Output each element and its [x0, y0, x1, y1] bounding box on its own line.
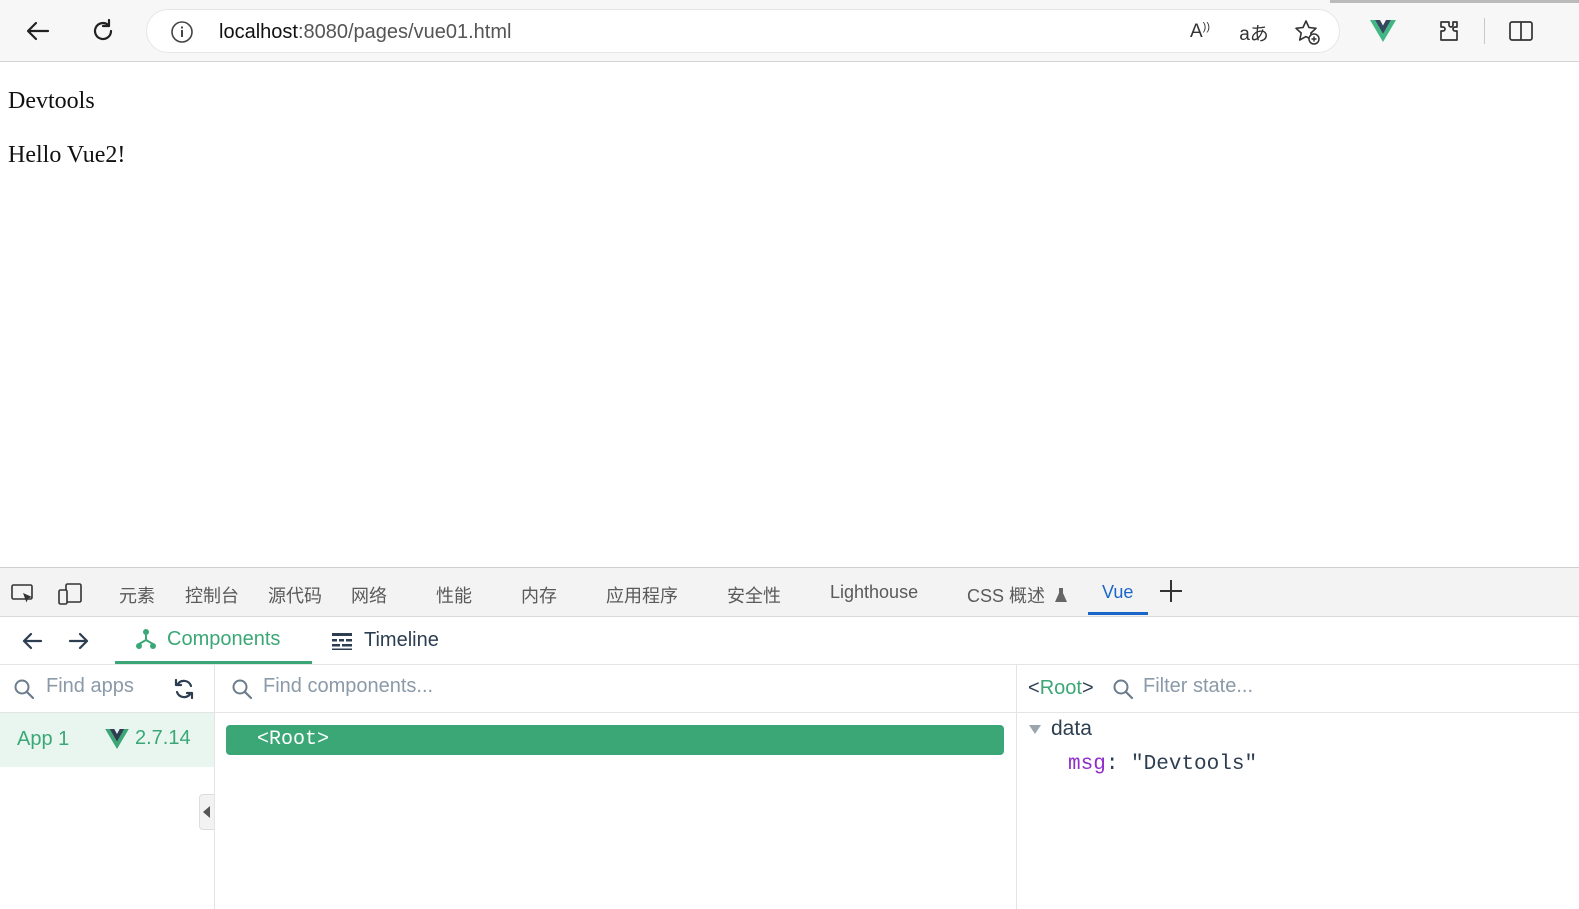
components-pane: <Root> [215, 665, 1017, 909]
page-line-hello: Hello Vue2! [8, 142, 126, 168]
reload-button[interactable] [85, 13, 121, 49]
state-section-title: data [1051, 717, 1092, 740]
tab-console[interactable]: 控制台 [185, 582, 239, 608]
apps-pane: App 1 2.7.14 [0, 665, 215, 909]
nav-back-button[interactable] [18, 627, 46, 655]
caret-left-icon [203, 806, 210, 818]
state-property[interactable]: msg: "Devtools" [1068, 753, 1257, 776]
selected-component-open: < [1028, 677, 1040, 699]
selected-component-close: > [1081, 677, 1094, 699]
state-search-row: <Root> [1017, 665, 1579, 713]
timeline-icon [332, 632, 352, 650]
tab-network[interactable]: 网络 [351, 582, 387, 608]
toolbar-separator [1484, 18, 1485, 44]
state-property-sep: : [1105, 753, 1132, 776]
url-path: :8080/pages/vue01.html [297, 21, 512, 43]
nav-forward-button[interactable] [65, 627, 93, 655]
active-tab-indicator [1088, 612, 1148, 615]
page-content: Devtools Hello Vue2! [0, 62, 1579, 567]
search-icon [14, 679, 35, 700]
refresh-icon[interactable] [172, 677, 196, 701]
expand-triangle-icon [1029, 724, 1041, 734]
translate-label: aあ [1239, 23, 1269, 45]
collapse-pane-handle[interactable] [199, 794, 214, 830]
state-property-value: "Devtools" [1131, 753, 1258, 776]
component-tree-icon [136, 629, 156, 649]
tab-memory[interactable]: 内存 [521, 582, 557, 608]
read-aloud-label: A [1189, 21, 1203, 42]
tab-css-overview[interactable]: CSS 概述 [967, 582, 1068, 608]
selected-component-name: <Root> [1028, 677, 1094, 700]
reload-icon [93, 18, 113, 41]
component-tree-node-root[interactable]: <Root> [226, 725, 1004, 755]
app-version-number: 2.7.14 [135, 727, 191, 749]
tab-timeline-label: Timeline [364, 629, 439, 651]
tab-timeline[interactable]: Timeline [330, 617, 439, 664]
app-list-item[interactable]: App 1 2.7.14 [0, 713, 214, 767]
read-aloud-icon[interactable]: A)) [1185, 17, 1215, 47]
devtools-tab-strip: 元素 控制台 源代码 网络 性能 内存 应用程序 安全性 Lighthouse … [0, 567, 1579, 617]
address-bar[interactable]: localhost:8080/pages/vue01.html A)) aあ [146, 9, 1340, 53]
tab-components[interactable]: Components [115, 617, 312, 664]
site-info-icon[interactable] [169, 19, 195, 45]
split-screen-icon[interactable] [1503, 13, 1539, 49]
tab-security[interactable]: 安全性 [727, 582, 781, 608]
tab-components-label: Components [167, 627, 281, 650]
components-search-row [215, 665, 1016, 713]
tab-strip-edge [1330, 0, 1579, 3]
url-host: localhost [219, 21, 298, 43]
favorite-add-icon[interactable] [1292, 17, 1322, 47]
app-name: App 1 [17, 728, 70, 750]
vue-devtools-extension-icon[interactable] [1365, 13, 1401, 49]
add-tab-icon[interactable] [1157, 578, 1185, 604]
page-line-devtools: Devtools [8, 88, 95, 114]
vue-logo-icon [105, 728, 129, 749]
browser-toolbar: localhost:8080/pages/vue01.html A)) aあ [0, 0, 1579, 62]
tab-sources[interactable]: 源代码 [268, 582, 322, 608]
device-toolbar-icon[interactable] [56, 581, 84, 607]
search-icon [1113, 679, 1134, 700]
selected-component-label: Root [1039, 677, 1082, 699]
tab-application[interactable]: 应用程序 [606, 582, 678, 608]
state-inspector-pane: <Root> data msg: "Devtools" [1017, 665, 1579, 909]
tab-vue[interactable]: Vue [1102, 582, 1133, 603]
tab-css-overview-label: CSS 概述 [967, 586, 1046, 606]
arrow-right-icon [68, 632, 89, 650]
url-text[interactable]: localhost:8080/pages/vue01.html [219, 21, 511, 44]
search-icon [232, 679, 253, 700]
translate-icon[interactable]: aあ [1239, 17, 1269, 47]
app-version: 2.7.14 [105, 727, 191, 750]
extensions-icon[interactable] [1431, 13, 1467, 49]
arrow-left-icon [22, 632, 43, 650]
tab-performance[interactable]: 性能 [436, 582, 472, 608]
apps-search-row [0, 665, 214, 713]
vue-devtools-nav: Components Timeline [0, 617, 1579, 665]
experiment-icon [1055, 588, 1068, 602]
state-section-data[interactable]: data [1029, 717, 1092, 741]
find-apps-input[interactable] [46, 675, 161, 698]
filter-state-input[interactable] [1143, 675, 1543, 698]
tab-elements[interactable]: 元素 [119, 582, 155, 608]
arrow-left-icon [26, 21, 50, 41]
find-components-input[interactable] [263, 675, 963, 698]
tab-lighthouse[interactable]: Lighthouse [830, 582, 918, 603]
state-property-key: msg [1068, 753, 1106, 776]
inspect-element-icon[interactable] [9, 581, 37, 607]
back-button[interactable] [20, 13, 56, 49]
